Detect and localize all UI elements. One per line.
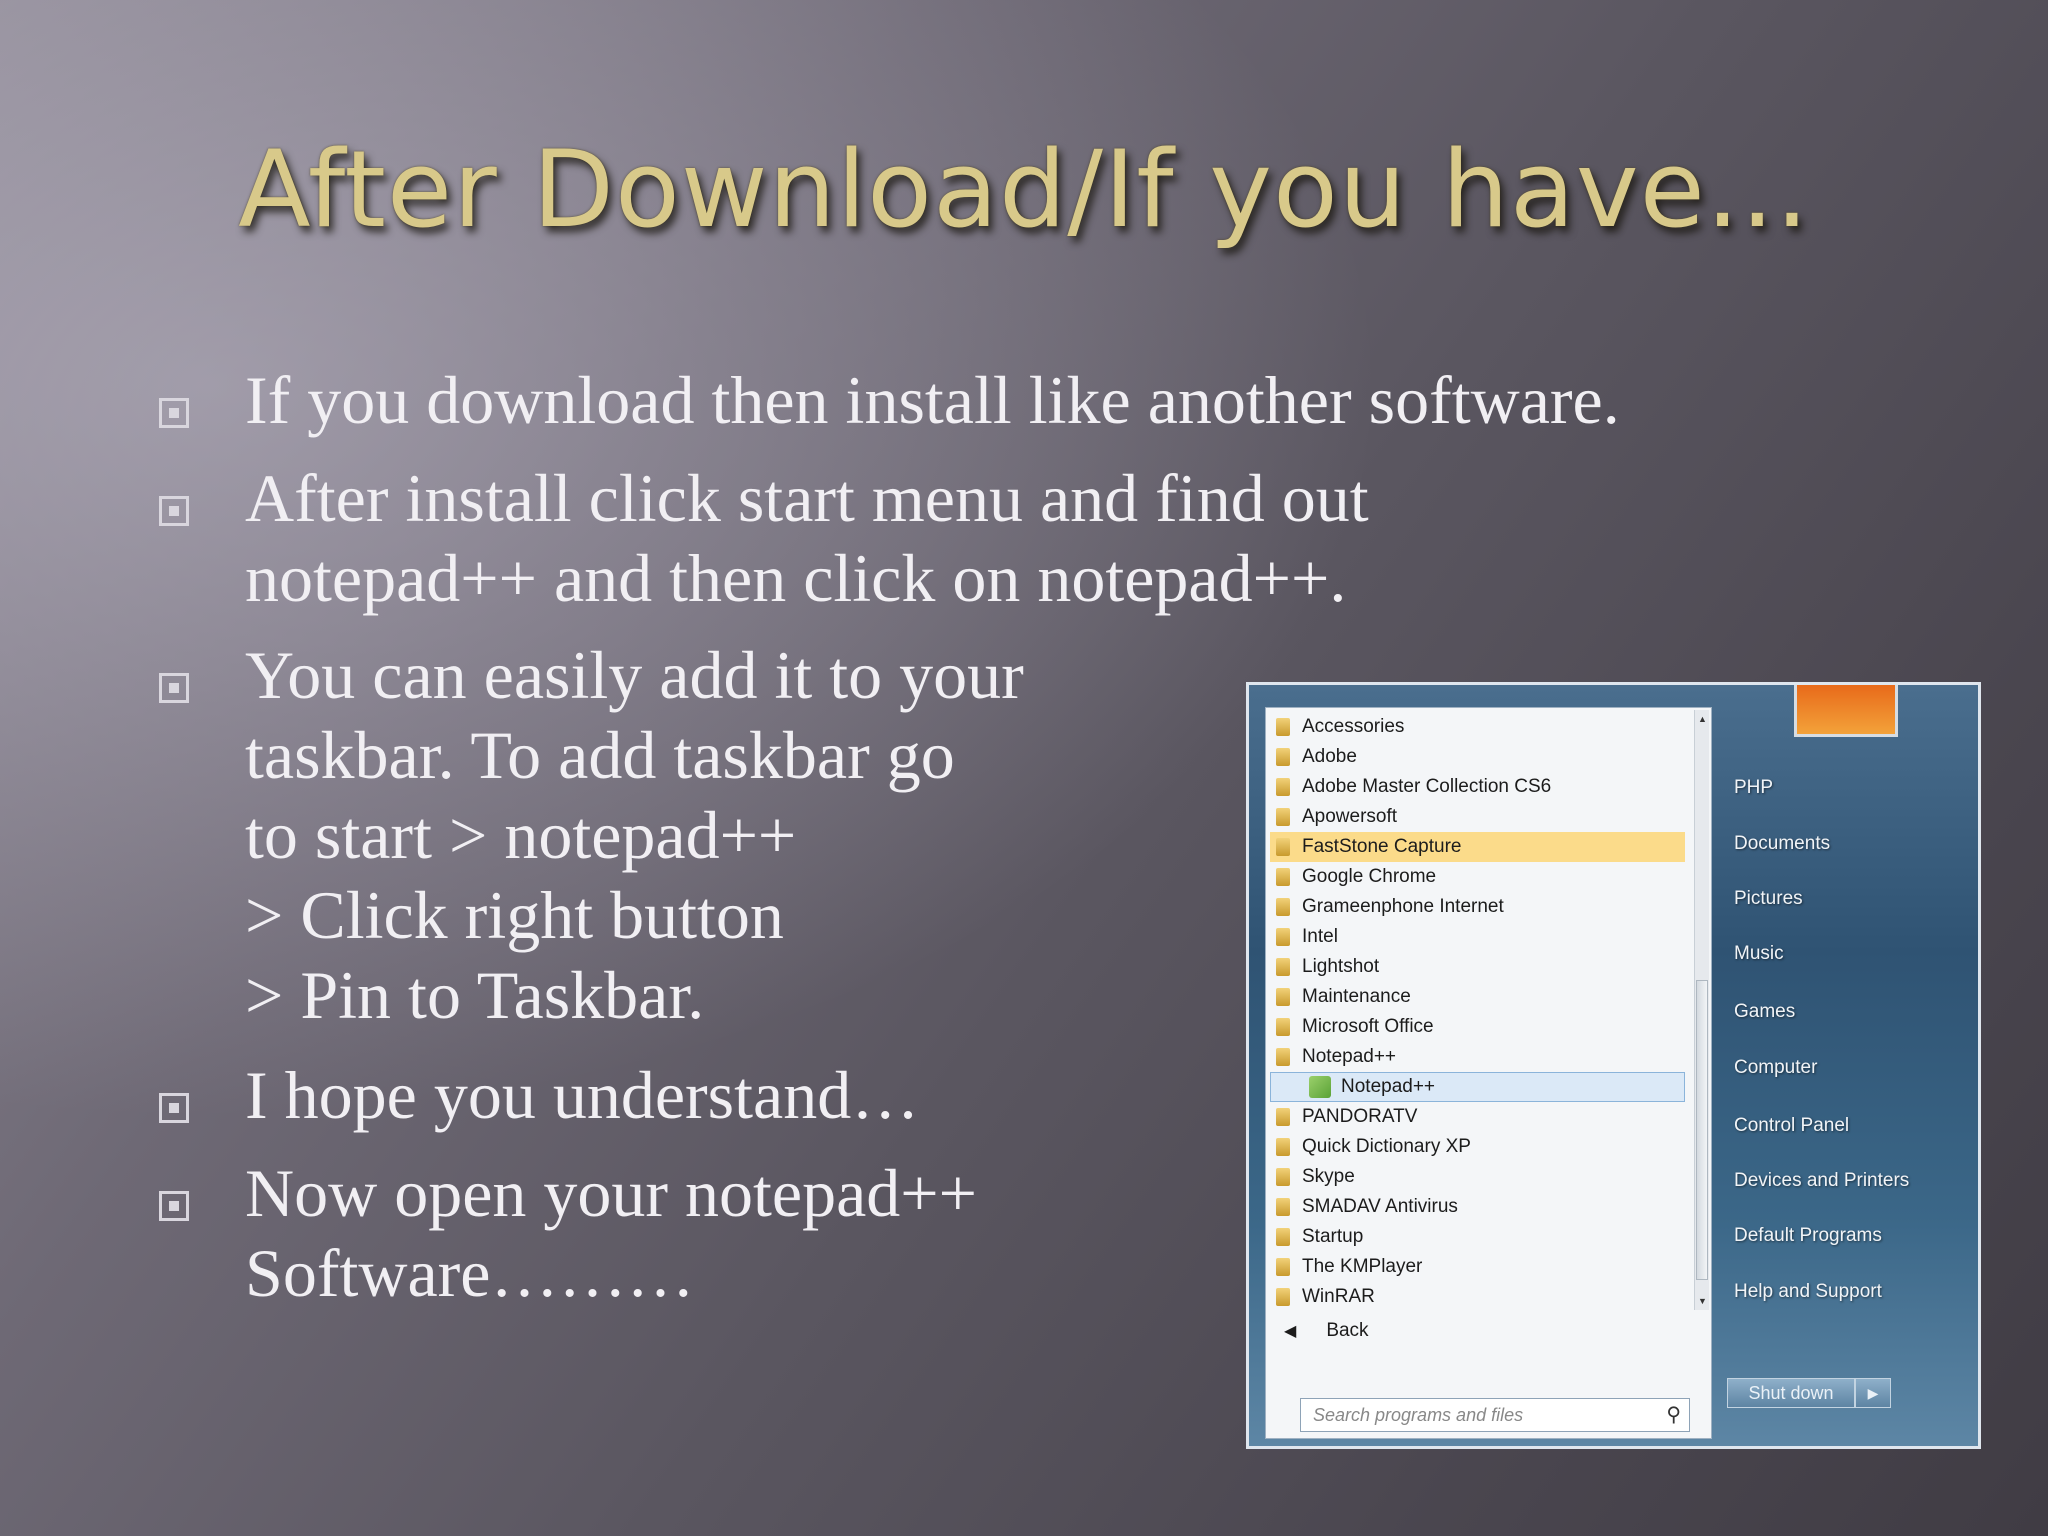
program-item[interactable]: Grameenphone Internet [1270,892,1685,922]
search-input[interactable]: Search programs and files ⚲ [1300,1398,1690,1432]
program-item[interactable]: FastStone Capture [1270,832,1685,862]
shutdown-button[interactable]: Shut down [1727,1378,1855,1408]
bullet-text: After install click start menu and find … [245,460,1369,616]
start-link[interactable]: Default Programs [1734,1225,1882,1247]
program-label: Intel [1302,926,1338,947]
program-label: Adobe Master Collection CS6 [1302,776,1552,797]
program-label: WinRAR [1302,1286,1375,1307]
notepad-plus-plus-icon [1309,1076,1331,1098]
start-link[interactable]: Pictures [1734,888,1803,910]
folder-icon [1276,958,1290,976]
folder-icon [1276,1288,1290,1306]
start-link[interactable]: Documents [1734,833,1830,855]
bullet-marker-icon [159,1191,189,1221]
bullet-marker-icon [159,1093,189,1123]
back-label: Back [1326,1320,1369,1341]
program-item[interactable]: SMADAV Antivirus [1270,1192,1685,1222]
program-item[interactable]: Adobe [1270,742,1685,772]
program-list: Accessories Adobe Adobe Master Collection … [1266,708,1691,1313]
folder-icon [1276,778,1290,796]
program-item[interactable]: Apowersoft [1270,802,1685,832]
folder-icon [1276,748,1290,766]
program-label: Quick Dictionary XP [1302,1136,1471,1157]
folder-icon [1276,1228,1290,1246]
program-item[interactable]: Startup [1270,1222,1685,1252]
bullet-text: You can easily add it to your taskbar. T… [245,637,1024,1033]
folder-icon [1276,1138,1290,1156]
bullet-text: Now open your notepad++ Software……… [245,1155,977,1311]
program-item[interactable]: Notepad++ [1270,1042,1685,1072]
program-item[interactable]: Quick Dictionary XP [1270,1132,1685,1162]
program-item[interactable]: PANDORATV [1270,1102,1685,1132]
folder-icon [1276,988,1290,1006]
folder-icon [1276,898,1290,916]
program-label: Notepad++ [1341,1076,1436,1097]
start-link[interactable]: Games [1734,1001,1795,1023]
scroll-up-icon[interactable]: ▲ [1698,714,1707,724]
folder-icon [1276,928,1290,946]
program-label: Apowersoft [1302,806,1398,827]
bullet-marker-icon [159,398,189,428]
program-label: PANDORATV [1302,1106,1418,1127]
program-item[interactable]: Maintenance [1270,982,1685,1012]
shutdown-options-icon[interactable]: ▶ [1855,1378,1891,1408]
bullet-text: If you download then install like anothe… [245,362,1620,438]
bullet-marker-icon [159,673,189,703]
start-link[interactable]: Devices and Printers [1734,1170,1909,1192]
program-label: Maintenance [1302,986,1411,1007]
program-item[interactable]: Lightshot [1270,952,1685,982]
start-menu-screenshot: Accessories Adobe Adobe Master Collection … [1246,682,1981,1449]
slide-title: After Download/If you have... [238,128,1810,251]
program-label: Google Chrome [1302,866,1437,887]
program-label: Skype [1302,1166,1355,1187]
user-picture[interactable] [1794,685,1898,737]
back-arrow-icon: ◀ [1284,1323,1297,1340]
program-item[interactable]: Notepad++ [1270,1072,1685,1102]
start-link[interactable]: Control Panel [1734,1115,1849,1137]
start-link[interactable]: Help and Support [1734,1281,1882,1303]
search-placeholder: Search programs and files [1313,1404,1524,1425]
program-item[interactable]: Accessories [1270,712,1685,742]
bullet-marker-icon [159,496,189,526]
search-icon: ⚲ [1666,1404,1681,1426]
folder-icon [1276,718,1290,736]
program-label: SMADAV Antivirus [1302,1196,1458,1217]
folder-icon [1276,1108,1290,1126]
program-label: Accessories [1302,716,1405,737]
scroll-thumb[interactable] [1696,980,1708,1280]
start-link[interactable]: PHP [1734,777,1773,799]
program-label: Lightshot [1302,956,1380,977]
program-item[interactable]: Microsoft Office [1270,1012,1685,1042]
program-item[interactable]: Intel [1270,922,1685,952]
program-item[interactable]: Adobe Master Collection CS6 [1270,772,1685,802]
back-button[interactable]: ◀ Back [1284,1320,1369,1342]
program-label: Microsoft Office [1302,1016,1434,1037]
folder-icon [1276,1018,1290,1036]
shutdown-group: Shut down ▶ [1727,1378,1895,1408]
programs-scrollbar[interactable]: ▲ ▼ [1694,710,1709,1310]
program-item[interactable]: The KMPlayer [1270,1252,1685,1282]
program-label: Notepad++ [1302,1046,1397,1067]
program-label: The KMPlayer [1302,1256,1423,1277]
program-label: Startup [1302,1226,1364,1247]
program-item[interactable]: WinRAR [1270,1282,1685,1312]
folder-icon [1276,1198,1290,1216]
program-label: FastStone Capture [1302,836,1462,857]
folder-icon [1276,1168,1290,1186]
start-link[interactable]: Computer [1734,1057,1817,1079]
folder-icon [1276,1048,1290,1066]
start-link[interactable]: Music [1734,943,1784,965]
folder-icon [1276,1258,1290,1276]
program-label: Grameenphone Internet [1302,896,1504,917]
folder-icon [1276,808,1290,826]
programs-pane: Accessories Adobe Adobe Master Collection … [1265,707,1712,1439]
folder-icon [1276,838,1290,856]
program-item[interactable]: Skype [1270,1162,1685,1192]
folder-icon [1276,868,1290,886]
program-item[interactable]: Google Chrome [1270,862,1685,892]
scroll-down-icon[interactable]: ▼ [1698,1296,1707,1306]
bullet-text: I hope you understand… [245,1057,920,1133]
program-label: Adobe [1302,746,1357,767]
